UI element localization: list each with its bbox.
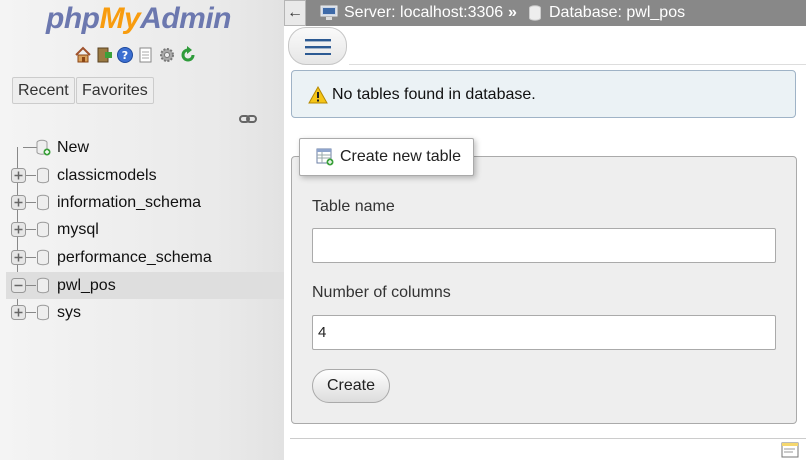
create-table-title: Create new table xyxy=(340,148,461,165)
expand-icon[interactable] xyxy=(11,305,26,320)
logo-my: My xyxy=(99,2,141,35)
breadcrumb-separator: » xyxy=(508,4,517,21)
expand-icon[interactable] xyxy=(11,195,26,210)
breadcrumb-database-link[interactable]: Database: pwl_pos xyxy=(549,3,685,23)
navigation-panel: phpMyAdmin ? Recent Favorites New classi… xyxy=(0,0,284,460)
tree-item-classicmodels[interactable]: classicmodels xyxy=(6,162,284,189)
create-button[interactable]: Create xyxy=(312,369,390,403)
quick-icons: ? xyxy=(74,46,197,64)
back-button[interactable]: ← xyxy=(284,0,306,26)
tree-item-label: sys xyxy=(57,304,81,321)
tree-item-label: classicmodels xyxy=(57,167,157,184)
new-database-icon xyxy=(36,139,51,156)
settings-icon[interactable] xyxy=(158,46,176,64)
create-table-legend: Create new table xyxy=(299,138,474,176)
tree-item-performance-schema[interactable]: performance_schema xyxy=(6,244,284,271)
menu-toggle-button[interactable] xyxy=(288,27,347,65)
docs-icon[interactable] xyxy=(137,46,155,64)
console-divider xyxy=(290,438,806,439)
database-icon xyxy=(529,5,541,21)
notice-text: No tables found in database. xyxy=(332,86,536,103)
database-icon xyxy=(37,167,49,184)
tree-item-new[interactable]: New xyxy=(6,134,284,161)
breadcrumb-bar: ← Server: localhost:3306 » Database: pwl… xyxy=(284,0,806,26)
tree-item-pwl-pos[interactable]: pwl_pos xyxy=(6,272,284,299)
tree-item-label: information_schema xyxy=(57,194,202,211)
expand-icon[interactable] xyxy=(11,222,26,237)
tree-item-sys[interactable]: sys xyxy=(6,299,284,326)
expand-icon[interactable] xyxy=(11,250,26,265)
table-name-input[interactable] xyxy=(312,228,776,263)
logout-icon[interactable] xyxy=(95,46,113,64)
svg-text:?: ? xyxy=(122,49,128,62)
database-icon xyxy=(37,194,49,211)
reload-icon[interactable] xyxy=(179,46,197,64)
tree-item-mysql[interactable]: mysql xyxy=(6,216,284,243)
expand-icon[interactable] xyxy=(11,168,26,183)
menu-divider xyxy=(349,64,806,65)
home-icon[interactable] xyxy=(74,46,92,64)
number-of-columns-input[interactable] xyxy=(312,315,776,350)
favorites-button[interactable]: Favorites xyxy=(76,77,154,104)
server-icon xyxy=(320,5,338,20)
table-name-label: Table name xyxy=(312,198,395,215)
collapse-icon[interactable] xyxy=(11,278,26,293)
tree-item-label: mysql xyxy=(57,221,99,238)
tree-item-label: pwl_pos xyxy=(57,277,116,294)
database-icon xyxy=(37,221,49,238)
notice-message: No tables found in database. xyxy=(291,70,796,118)
database-icon xyxy=(37,304,49,321)
breadcrumb-server-link[interactable]: Server: localhost:3306 xyxy=(344,3,503,23)
logo-php: php xyxy=(46,2,100,35)
new-table-icon xyxy=(316,148,334,166)
tree-item-label: New xyxy=(57,139,90,156)
link-icon[interactable] xyxy=(239,113,257,125)
recent-button[interactable]: Recent xyxy=(12,77,75,104)
number-of-columns-label: Number of columns xyxy=(312,284,451,301)
console-icon[interactable] xyxy=(781,442,799,458)
phpmyadmin-logo[interactable]: phpMyAdmin xyxy=(46,2,231,36)
warning-icon xyxy=(308,86,328,104)
hamburger-icon xyxy=(305,39,331,55)
database-icon xyxy=(37,277,49,294)
tree-item-label: performance_schema xyxy=(57,249,212,266)
tree-item-information-schema[interactable]: information_schema xyxy=(6,189,284,216)
help-icon[interactable]: ? xyxy=(116,46,134,64)
logo-admin: Admin xyxy=(140,2,231,35)
database-icon xyxy=(37,249,49,266)
